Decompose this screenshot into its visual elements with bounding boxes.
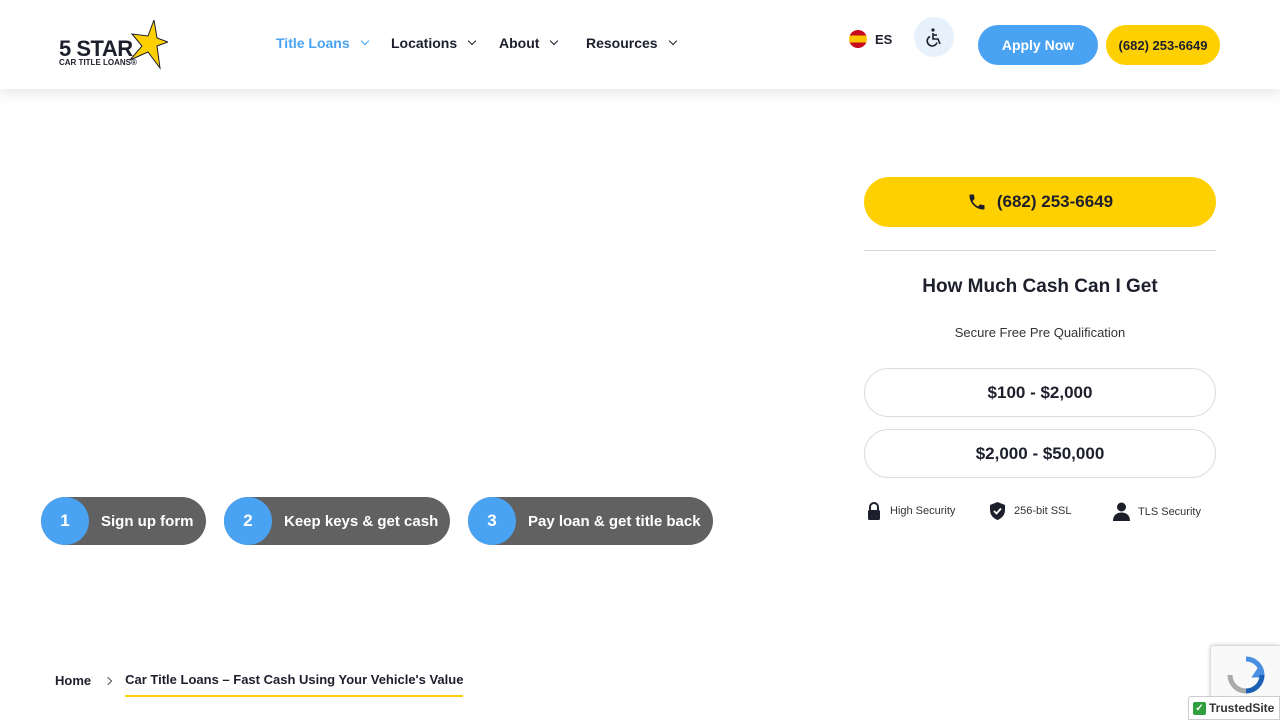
nav-resources[interactable]: Resources	[586, 35, 677, 51]
step-item: 2 Keep keys & get cash	[224, 497, 450, 545]
language-switcher[interactable]: ES	[849, 30, 892, 48]
step-item: 3 Pay loan & get title back	[468, 497, 713, 545]
language-label: ES	[875, 31, 893, 47]
site-logo[interactable]: 5 STAR CAR TITLE LOANS®	[58, 20, 170, 72]
chevron-down-icon	[467, 36, 477, 46]
amount-option-high[interactable]: $2,000 - $50,000	[864, 429, 1216, 478]
star-icon	[129, 20, 168, 70]
nav-about[interactable]: About	[499, 35, 559, 51]
cash-calculator-title: How Much Cash Can I Get	[922, 276, 1158, 297]
breadcrumb-home-link[interactable]: Home	[55, 673, 91, 688]
nav-locations[interactable]: Locations	[391, 35, 477, 51]
security-badge: TLS Security	[1113, 502, 1201, 521]
security-label: High Security	[890, 505, 956, 517]
header-phone-button[interactable]: (682) 253-6649	[1106, 25, 1220, 65]
step-number: 2	[224, 497, 272, 545]
security-badge: 256-bit SSL	[989, 502, 1071, 520]
step-number: 3	[468, 497, 516, 545]
security-badge: High Security	[866, 502, 955, 520]
step-label: Sign up form	[101, 512, 194, 530]
nav-label: Resources	[586, 35, 658, 51]
nav-title-loans[interactable]: Title Loans	[276, 35, 369, 51]
user-icon	[1113, 502, 1130, 521]
phone-icon	[969, 194, 985, 210]
chevron-down-icon	[668, 36, 677, 46]
step-item: 1 Sign up form	[41, 497, 206, 545]
nav-label: Locations	[391, 35, 458, 51]
step-number: 1	[41, 497, 89, 545]
amount-option-low[interactable]: $100 - $2,000	[864, 368, 1216, 417]
spain-flag-icon	[849, 30, 867, 48]
trustedsite-label: TrustedSite	[1209, 701, 1275, 715]
nav-label: Title Loans	[276, 35, 350, 51]
accessibility-button[interactable]	[914, 17, 954, 57]
cash-calculator-subtitle: Secure Free Pre Qualification	[954, 325, 1126, 340]
shield-check-icon	[990, 502, 1005, 520]
recaptcha-icon	[1227, 656, 1265, 694]
lock-icon	[868, 502, 880, 520]
sidebar-phone-label: (682) 253-6649	[996, 192, 1114, 211]
checkmark-icon: ✓	[1193, 701, 1206, 715]
step-label: Pay loan & get title back	[528, 512, 701, 530]
step-label: Keep keys & get cash	[284, 512, 439, 530]
sidebar-phone-button[interactable]: (682) 253-6649	[864, 177, 1216, 227]
chevron-down-icon	[550, 36, 559, 46]
breadcrumb: Home Car Title Loans – Fast Cash Using Y…	[55, 664, 464, 697]
wheelchair-icon	[926, 28, 941, 47]
trustedsite-badge[interactable]: ✓ TrustedSite	[1188, 696, 1280, 720]
chevron-down-icon	[360, 36, 369, 46]
chevron-right-icon	[103, 676, 113, 685]
breadcrumb-current: Car Title Loans – Fast Cash Using Your V…	[125, 672, 464, 697]
site-header: 5 STAR CAR TITLE LOANS® Title Loans Loca…	[0, 0, 1280, 89]
security-label: TLS Security	[1138, 505, 1201, 518]
apply-now-button[interactable]: Apply Now	[978, 25, 1098, 65]
security-label: 256-bit SSL	[1014, 505, 1072, 517]
sidebar-divider	[864, 250, 1216, 251]
nav-label: About	[499, 35, 540, 51]
